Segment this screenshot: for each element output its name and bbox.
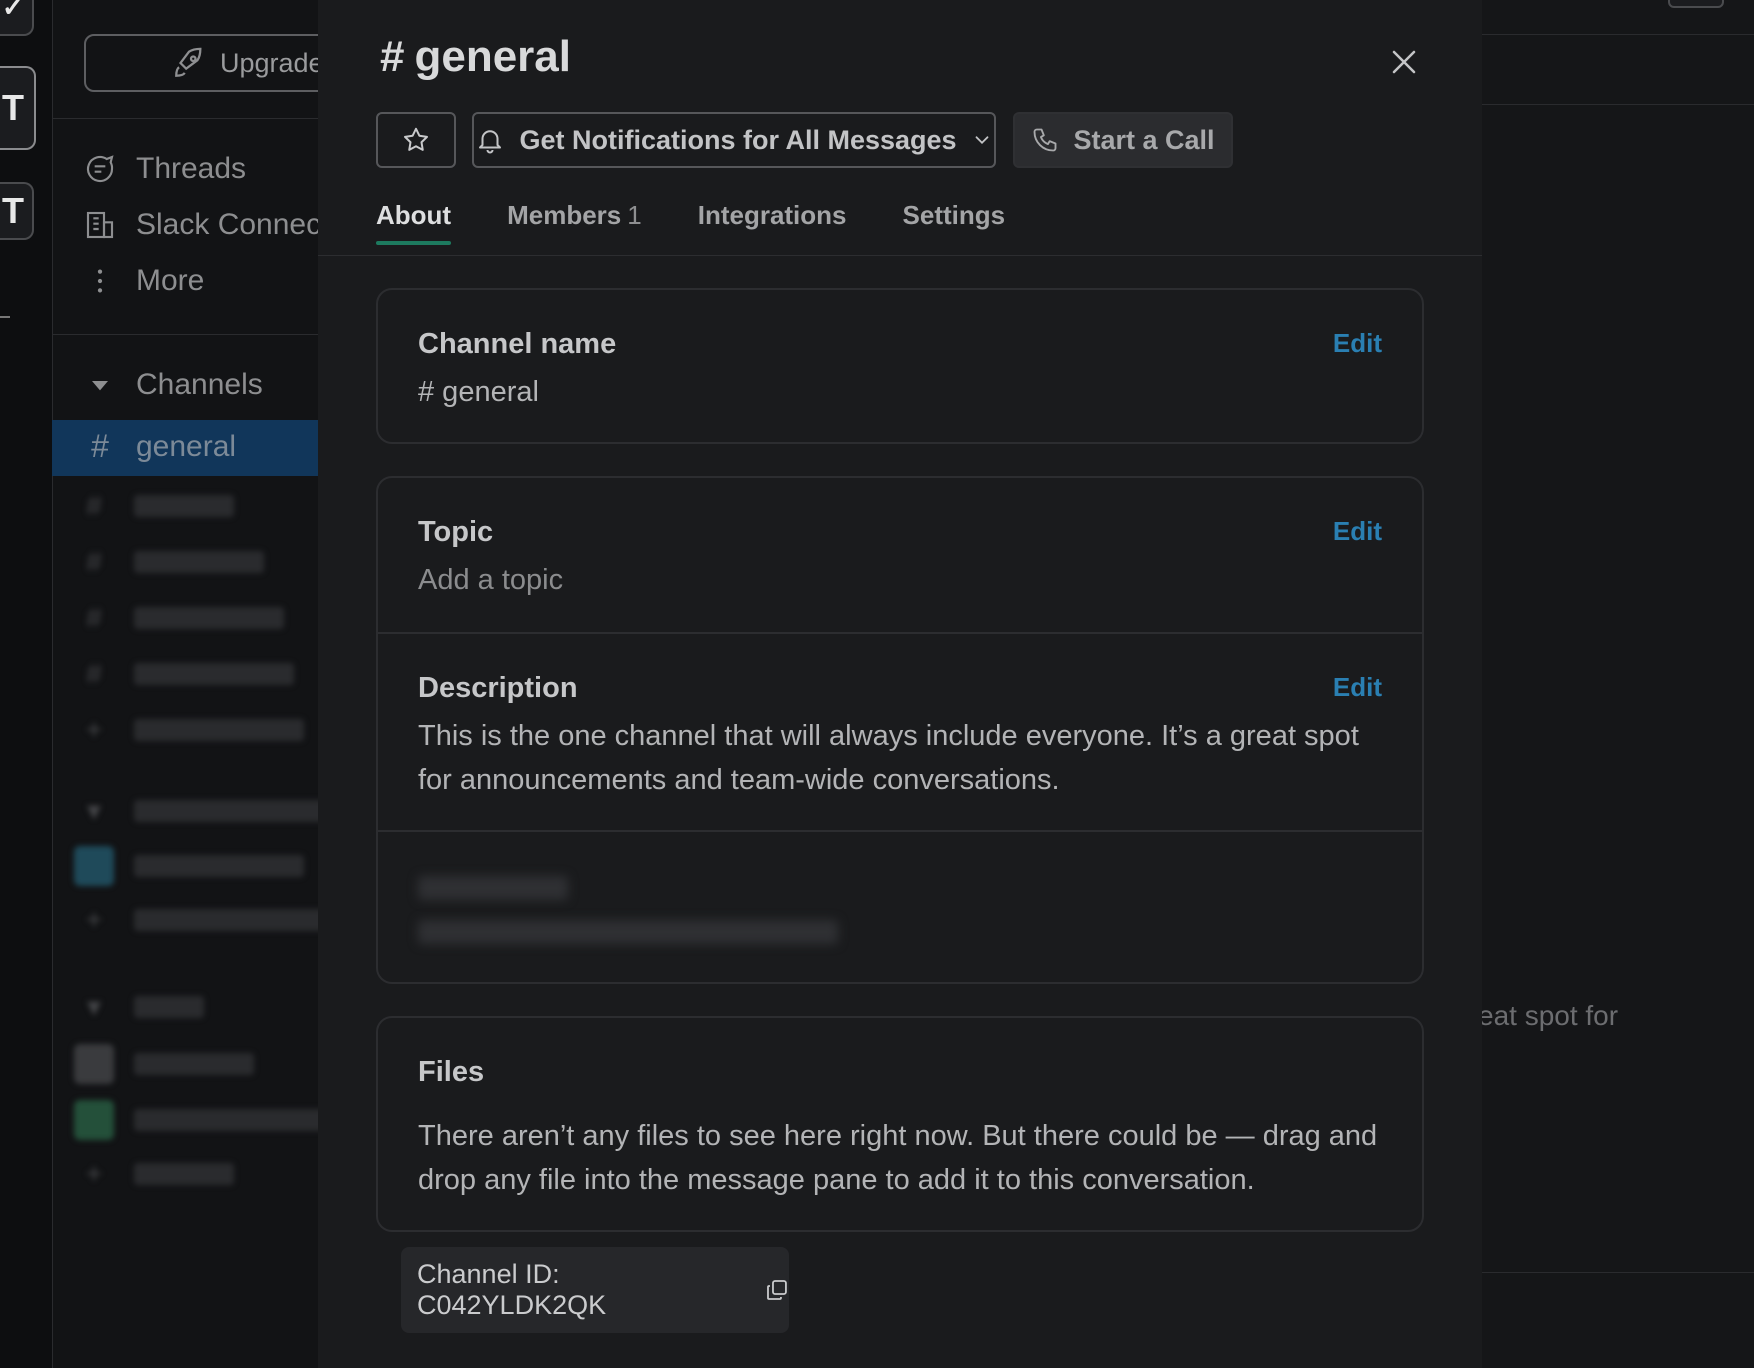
bell-icon <box>479 130 502 154</box>
created-by-section <box>378 830 1422 982</box>
sidebar-dm-header-blurred[interactable]: ▾ <box>74 794 324 827</box>
rail-divider <box>0 316 10 318</box>
sidebar-channel-blurred[interactable]: # <box>74 546 264 578</box>
description-label: Description <box>418 672 578 704</box>
header-button[interactable] <box>1668 0 1724 8</box>
edit-channel-name-button[interactable]: Edit <box>1333 328 1382 359</box>
tab-label: Integrations <box>697 200 847 230</box>
channel-id-text: Channel ID: C042YLDK2QK <box>417 1259 607 1320</box>
sidebar-channel-general[interactable]: # general <box>84 428 236 465</box>
sidebar-divider <box>52 118 322 119</box>
tab-label: About <box>376 200 452 230</box>
topic-value: Add a topic <box>418 564 564 596</box>
sidebar-divider <box>52 334 322 335</box>
topic-section[interactable]: Topic Add a topic Edit <box>378 478 1422 632</box>
star-channel-button[interactable] <box>376 112 456 168</box>
channel-id-copy[interactable]: Channel ID: C042YLDK2QK <box>401 1247 789 1333</box>
phone-icon <box>1034 128 1057 152</box>
workspace-initial: T <box>2 190 24 231</box>
sidebar-channel-blurred[interactable]: # <box>74 658 294 690</box>
files-card: Files There aren’t any files to see here… <box>376 1016 1424 1232</box>
sidebar-item-more[interactable]: More <box>84 264 204 298</box>
description-value: This is the one channel that will always… <box>418 720 1359 796</box>
channels-header-label: Channels <box>136 368 263 401</box>
composer-divider <box>1482 1272 1754 1273</box>
edit-description-button[interactable]: Edit <box>1333 672 1382 703</box>
tab-label: Settings <box>902 200 1006 230</box>
files-section: Files There aren’t any files to see here… <box>378 1018 1422 1230</box>
start-call-button[interactable]: Start a Call <box>1013 112 1233 168</box>
tab-about[interactable]: About <box>376 200 452 245</box>
channel-name-label: Channel name <box>418 328 617 360</box>
channels-section-header[interactable]: Channels <box>84 368 263 402</box>
workspace-initial: T <box>2 87 24 128</box>
main-header-divider <box>1482 104 1754 105</box>
channel-name-value: # general <box>418 376 539 408</box>
sidebar-item-label: Threads <box>136 152 247 185</box>
tabs-divider <box>318 255 1482 256</box>
hash-icon: # <box>91 428 109 464</box>
workspace-button-active[interactable]: T <box>0 66 36 150</box>
rocket-icon <box>175 47 202 77</box>
sidebar-add-teammates-blurred[interactable]: + <box>74 904 324 936</box>
workspace-button[interactable]: T <box>0 182 34 240</box>
members-count: 1 <box>627 200 642 230</box>
close-icon <box>1392 50 1416 74</box>
edit-topic-button[interactable]: Edit <box>1333 516 1382 547</box>
hash-icon: # <box>380 32 405 81</box>
sidebar-item-label: Slack Connect <box>136 208 330 241</box>
created-by-label-redacted <box>418 876 568 900</box>
sidebar-app-blurred[interactable] <box>74 1044 254 1084</box>
modal-title: # general <box>380 32 571 82</box>
workspace-switcher[interactable]: ✓ <box>0 0 34 36</box>
tab-settings[interactable]: Settings <box>903 200 1006 245</box>
star-icon <box>404 127 428 151</box>
close-button[interactable] <box>1386 44 1422 80</box>
sidebar-channel-blurred[interactable]: # <box>74 490 234 522</box>
topic-label: Topic <box>418 516 494 548</box>
building-icon <box>86 211 114 239</box>
created-by-value-redacted <box>418 920 838 944</box>
sidebar-add-channels-blurred[interactable]: + <box>74 714 304 746</box>
sidebar-dm-blurred[interactable] <box>74 846 304 886</box>
sidebar-add-apps-blurred[interactable]: + <box>74 1158 234 1190</box>
about-card: Topic Add a topic Edit Description This … <box>376 476 1424 984</box>
modal-tabs: About Members 1 Integrations Settings <box>376 200 1005 245</box>
sidebar-item-threads[interactable]: Threads <box>84 152 246 186</box>
background-message-text: eat spot for <box>1478 1000 1619 1031</box>
chevron-down-icon <box>975 136 988 145</box>
channel-label: general <box>136 429 237 463</box>
tab-integrations[interactable]: Integrations <box>698 200 847 245</box>
channel-name-section: Channel name # general Edit <box>378 290 1422 442</box>
more-icon <box>97 269 103 293</box>
upgrade-button[interactable]: Upgrade <box>84 34 334 92</box>
notifications-label: Get Notifications for All Messages <box>519 124 957 155</box>
tab-members[interactable]: Members 1 <box>507 200 642 245</box>
channel-name-card: Channel name # general Edit <box>376 288 1424 444</box>
sidebar-app-blurred[interactable] <box>74 1100 324 1140</box>
files-empty-message: There aren’t any files to see here right… <box>418 1120 1378 1196</box>
sidebar-item-label: More <box>136 264 205 297</box>
upgrade-label: Upgrade <box>220 47 324 78</box>
files-label: Files <box>418 1056 485 1088</box>
caret-down-icon <box>92 381 108 391</box>
channel-title: general <box>414 32 571 81</box>
threads-icon <box>86 155 114 183</box>
tab-label: Members <box>507 200 622 230</box>
call-label: Start a Call <box>1073 124 1215 155</box>
sidebar-item-slack-connect[interactable]: Slack Connect <box>84 208 329 242</box>
copy-icon[interactable] <box>765 1278 789 1302</box>
description-section[interactable]: Description This is the one channel that… <box>378 632 1422 830</box>
sidebar-channel-blurred[interactable]: # <box>74 602 284 634</box>
sidebar-apps-header-blurred[interactable]: ▾ <box>74 990 204 1023</box>
notifications-dropdown[interactable]: Get Notifications for All Messages <box>472 112 996 168</box>
